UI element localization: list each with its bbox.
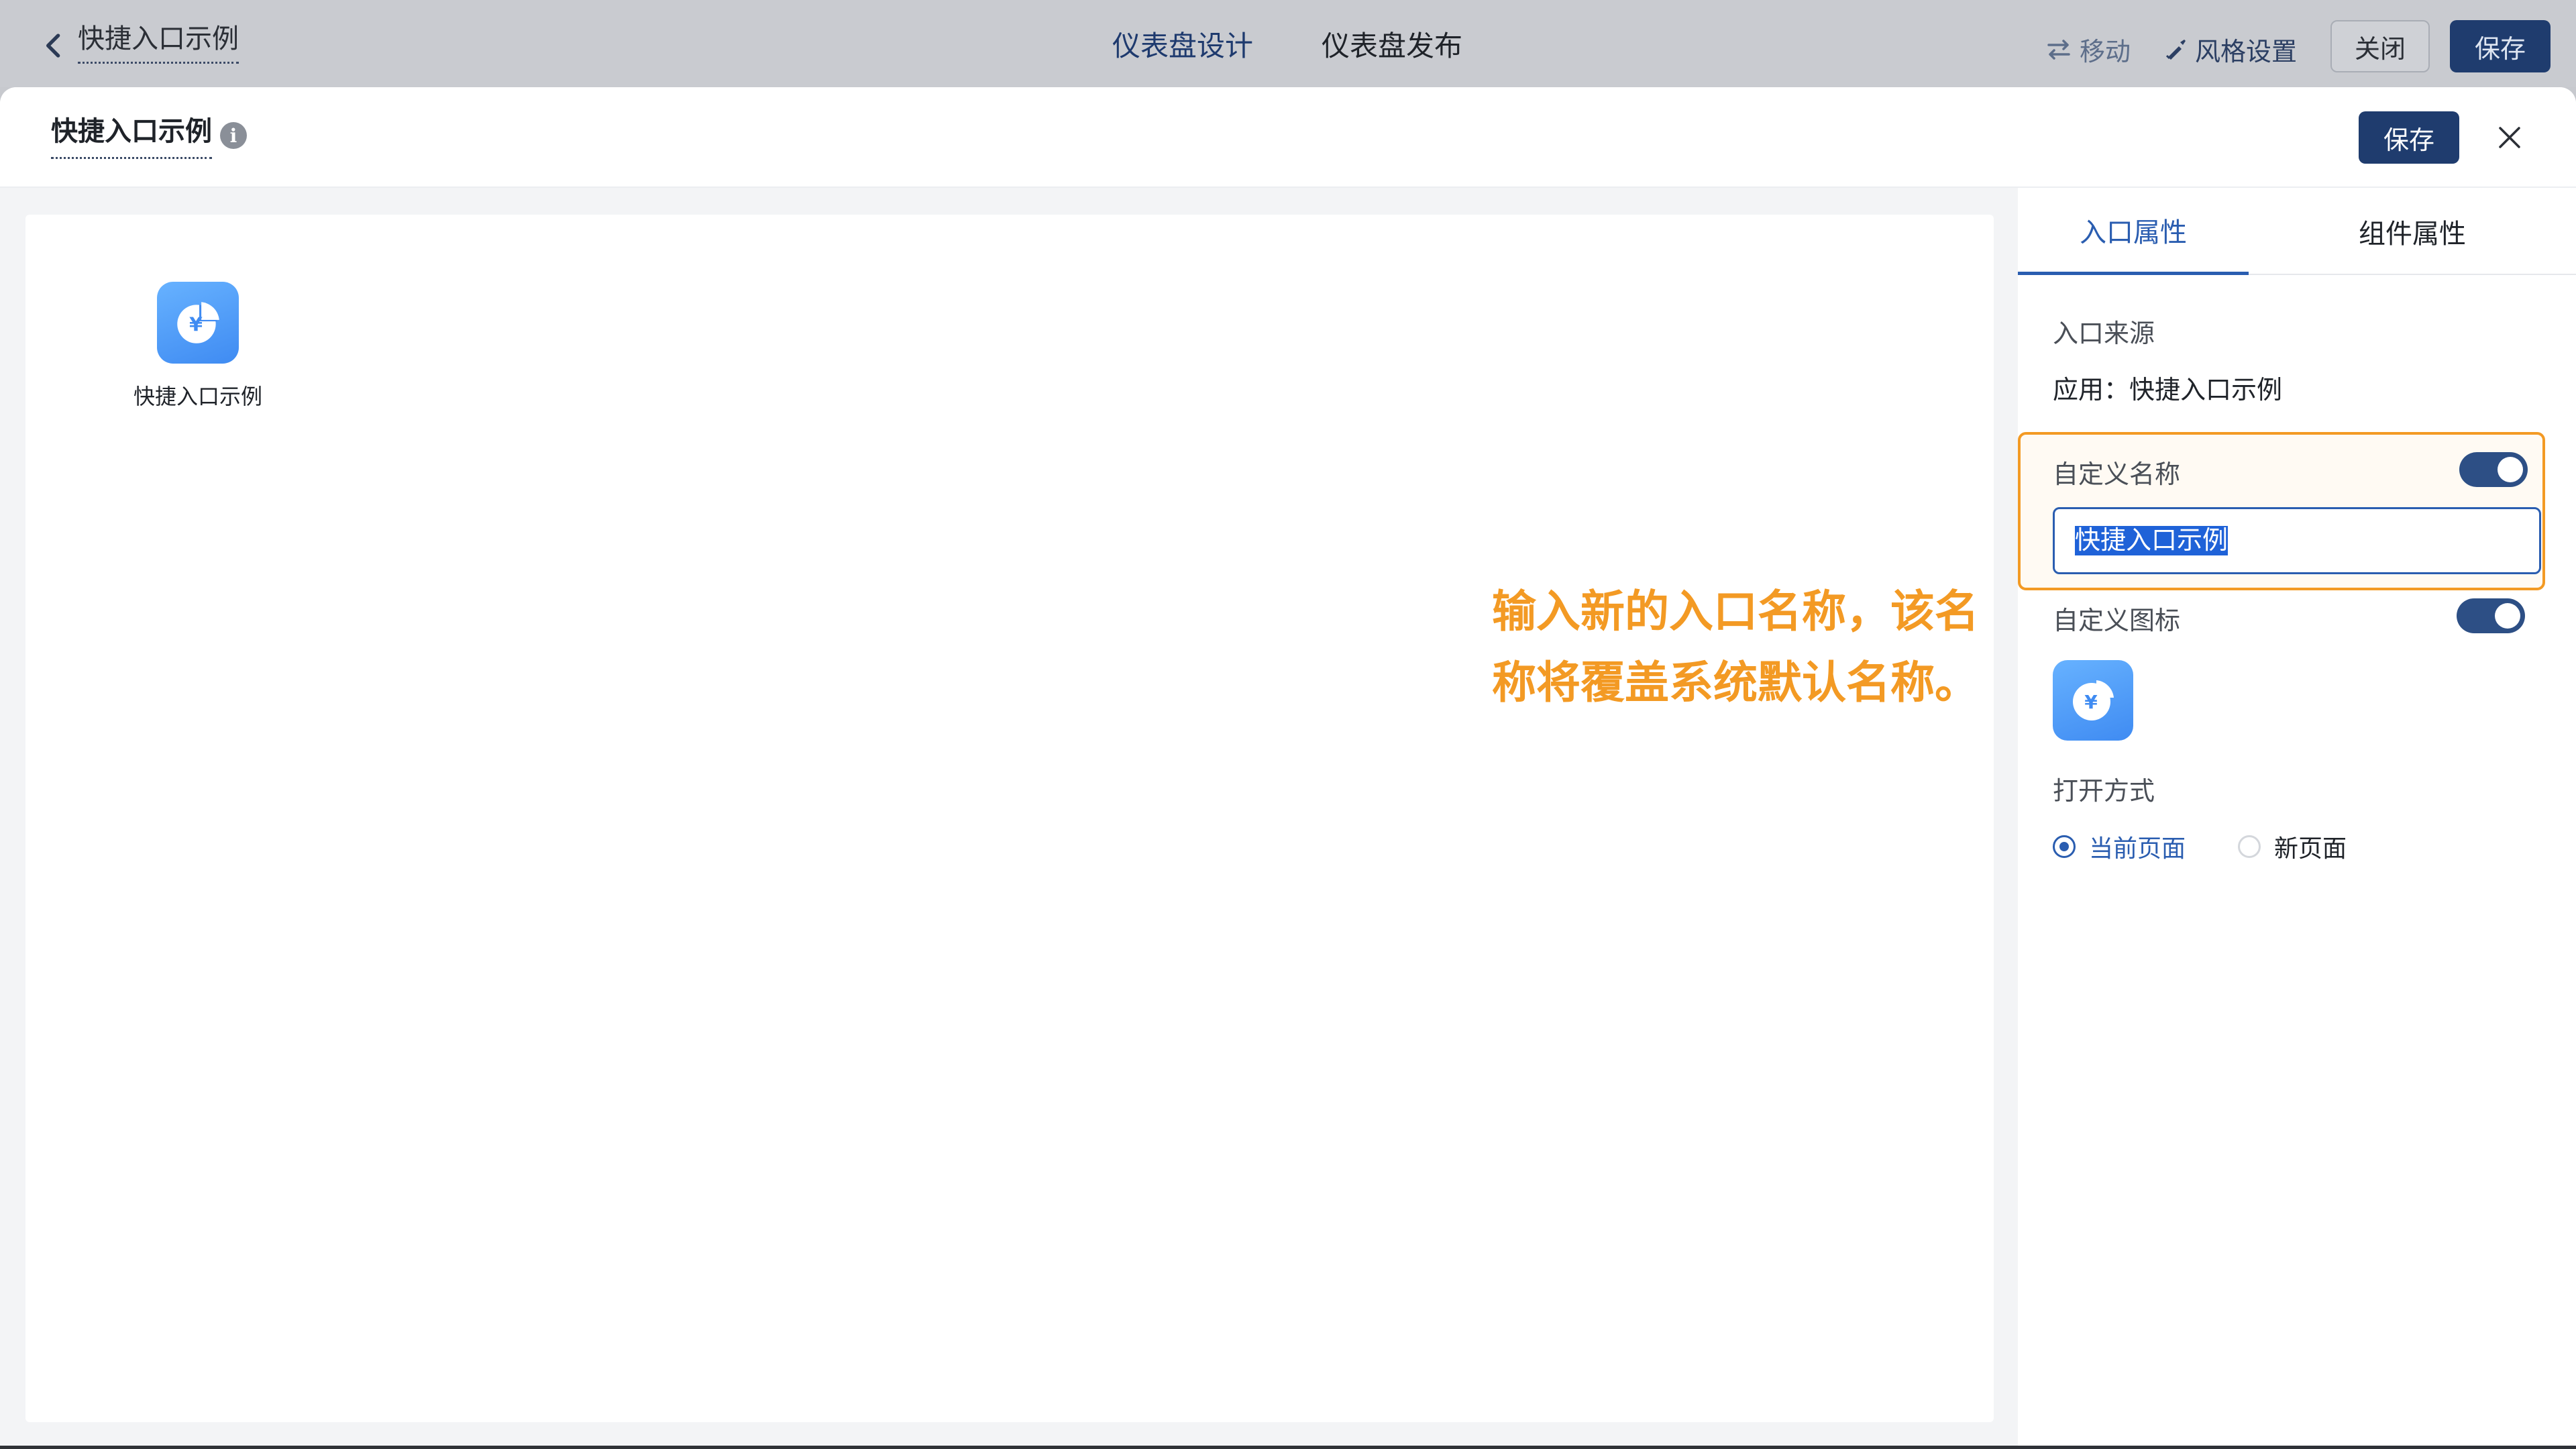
open-mode-label: 打开方式 xyxy=(2053,776,2155,806)
yuan-pie-chart-icon: ¥ xyxy=(157,282,239,364)
tab-dashboard-design[interactable]: 仪表盘设计 xyxy=(1112,30,1253,63)
radio-unchecked-icon xyxy=(2238,835,2261,858)
custom-name-section: 自定义名称 快捷入口示例 xyxy=(2018,432,2545,590)
modal-save-button[interactable]: 保存 xyxy=(2359,111,2459,164)
move-label: 移动 xyxy=(2080,37,2131,66)
chevron-left-icon xyxy=(46,34,60,58)
svg-text:¥: ¥ xyxy=(2084,691,2098,713)
radio-new-page-label: 新页面 xyxy=(2274,835,2347,863)
svg-text:¥: ¥ xyxy=(189,313,203,335)
modal-title[interactable]: 快捷入口示例 xyxy=(51,115,212,159)
radio-current-page-label: 当前页面 xyxy=(2089,835,2186,863)
brush-icon xyxy=(2165,39,2186,60)
annotation-line-1: 输入新的入口名称，该名 xyxy=(1492,585,1979,637)
bottom-edge xyxy=(0,1446,2576,1449)
custom-name-label: 自定义名称 xyxy=(2053,460,2181,489)
style-settings-button[interactable]: 风格设置 xyxy=(2164,31,2297,68)
radio-checked-icon xyxy=(2053,835,2076,858)
properties-panel: 入口属性 组件属性 入口来源 应用：快捷入口示例 自定义名称 快捷入口示例 自定… xyxy=(2018,188,2576,1446)
shortcut-entry-modal: 快捷入口示例 i 保存 ¥ 快捷入口示例 输入新的入口名称，该名 称将覆盖系统默… xyxy=(0,87,2576,1446)
entry-source-label: 入口来源 xyxy=(2053,319,2155,348)
annotation-callout: 输入新的入口名称，该名 称将覆盖系统默认名称。 xyxy=(1492,576,2029,718)
shortcut-entry-label: 快捷入口示例 xyxy=(133,384,262,409)
style-settings-label: 风格设置 xyxy=(2195,37,2298,66)
entry-source-value: 应用：快捷入口示例 xyxy=(2053,375,2283,405)
yuan-pie-chart-icon: ¥ xyxy=(2073,680,2114,720)
custom-name-input[interactable]: 快捷入口示例 xyxy=(2053,507,2541,574)
close-button[interactable]: 关闭 xyxy=(2330,20,2430,72)
custom-icon-toggle[interactable] xyxy=(2457,598,2525,633)
save-button[interactable]: 保存 xyxy=(2450,20,2551,72)
open-mode-radio-group: 当前页面 新页面 xyxy=(2053,829,2399,864)
info-icon[interactable]: i xyxy=(220,122,247,149)
move-button[interactable]: 移动 xyxy=(2046,31,2131,68)
shortcut-entry-item[interactable]: ¥ 快捷入口示例 xyxy=(101,282,295,411)
swap-arrows-icon xyxy=(2047,39,2070,60)
custom-name-toggle[interactable] xyxy=(2459,452,2528,487)
panel-tabs: 入口属性 组件属性 xyxy=(2018,188,2576,275)
custom-icon-label: 自定义图标 xyxy=(2053,606,2181,635)
dashboard-title[interactable]: 快捷入口示例 xyxy=(78,23,239,64)
tab-dashboard-publish[interactable]: 仪表盘发布 xyxy=(1322,30,1462,63)
tab-entry-properties[interactable]: 入口属性 xyxy=(2018,188,2249,275)
radio-current-page[interactable]: 当前页面 xyxy=(2053,829,2186,864)
custom-name-value: 快捷入口示例 xyxy=(2075,525,2229,555)
radio-new-page[interactable]: 新页面 xyxy=(2238,829,2347,864)
modal-header: 快捷入口示例 i 保存 xyxy=(0,87,2576,188)
custom-icon-preview[interactable]: ¥ xyxy=(2053,660,2133,741)
design-canvas[interactable]: ¥ 快捷入口示例 输入新的入口名称，该名 称将覆盖系统默认名称。 xyxy=(25,215,1994,1422)
top-bar: 快捷入口示例 仪表盘设计 仪表盘发布 移动 风格设置 关闭 保存 xyxy=(0,0,2576,87)
back-button[interactable] xyxy=(39,27,68,64)
tab-component-properties[interactable]: 组件属性 xyxy=(2249,188,2576,275)
close-icon xyxy=(2499,127,2520,148)
app-root: 快捷入口示例 仪表盘设计 仪表盘发布 移动 风格设置 关闭 保存 快捷入口示例 … xyxy=(0,0,2576,1449)
modal-close-button[interactable] xyxy=(2490,118,2529,157)
annotation-line-2: 称将覆盖系统默认名称。 xyxy=(1492,656,1979,708)
